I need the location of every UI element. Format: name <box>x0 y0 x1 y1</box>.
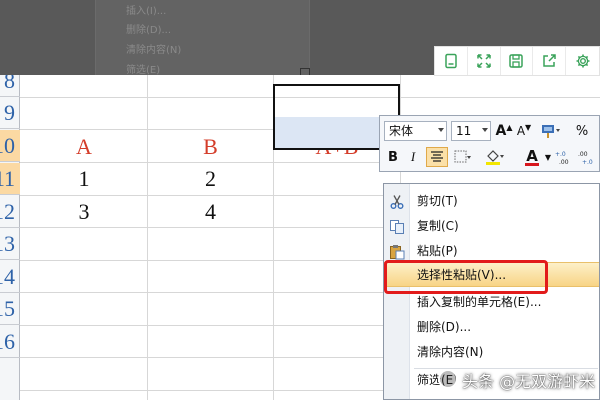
save-button[interactable] <box>501 47 534 75</box>
header-cell-b[interactable]: B <box>148 131 273 163</box>
row-number[interactable]: 12 <box>0 196 20 228</box>
cell-a1-value[interactable]: 1 <box>21 163 147 195</box>
row-number[interactable]: 9 <box>0 97 20 129</box>
increase-decimal-button[interactable]: +.0 .00 <box>554 147 576 167</box>
bookmark-button[interactable] <box>435 47 468 75</box>
floating-toolbar <box>434 46 600 76</box>
svg-text:+.0: +.0 <box>555 151 566 158</box>
cell-b1-value[interactable]: 2 <box>148 163 273 195</box>
save-icon <box>509 54 524 68</box>
watermark-logo-icon <box>438 369 458 389</box>
chevron-down-icon <box>482 128 488 132</box>
header-cell-a[interactable]: A <box>21 131 147 163</box>
row-number[interactable]: 16 <box>0 326 20 358</box>
ghost-menu-item: 插入(I)... <box>126 6 167 17</box>
background-context-menu: 插入(I)... 删除(D)... 清除内容(N) 筛选(E) <box>95 0 310 75</box>
font-color-button[interactable]: A <box>522 147 542 167</box>
svg-text:.00: .00 <box>559 159 569 165</box>
menu-item-copy[interactable]: 复制(C) <box>384 214 599 239</box>
share-button[interactable] <box>533 47 567 75</box>
row-header-column: 8 9 10 11 12 13 14 15 16 <box>0 75 20 400</box>
row-number[interactable]: 11 <box>0 163 20 195</box>
font-color-dropdown[interactable]: ▼ <box>544 147 552 167</box>
italic-button[interactable]: I <box>404 147 422 167</box>
ghost-menu-item: 清除内容(N) <box>126 45 182 56</box>
bookmark-icon <box>445 53 457 69</box>
decrease-decimal-icon: .00 +.0 <box>578 151 593 165</box>
bold-button[interactable]: B <box>384 147 402 167</box>
ghost-menu-item: 筛选(E) <box>126 65 161 75</box>
scissors-icon <box>390 195 404 209</box>
align-center-icon <box>431 151 443 162</box>
menu-item-clear-contents[interactable]: 清除内容(N) <box>384 340 599 365</box>
fullscreen-icon <box>476 54 491 68</box>
percent-button[interactable]: % <box>572 121 592 141</box>
paste-icon <box>390 245 405 260</box>
font-name-select[interactable]: 宋体 <box>384 121 447 141</box>
shrink-font-button[interactable]: A ▼ <box>516 121 532 141</box>
share-icon <box>543 54 557 67</box>
row-number[interactable]: 10 <box>0 130 20 162</box>
copy-icon <box>390 220 404 234</box>
increase-decimal-icon: +.0 .00 <box>555 151 569 165</box>
cell-a2-value[interactable]: 3 <box>21 196 147 228</box>
decrease-decimal-button[interactable]: .00 +.0 <box>578 147 598 167</box>
cell-b2-value[interactable]: 4 <box>148 196 273 228</box>
svg-text:.00: .00 <box>578 151 588 158</box>
ghost-menu-item: 删除(D)... <box>126 25 172 36</box>
align-center-button[interactable] <box>426 147 448 167</box>
fill-color-button[interactable] <box>484 147 506 167</box>
row-number[interactable]: 15 <box>0 293 20 325</box>
settings-icon <box>576 54 590 68</box>
fill-color-icon <box>486 150 504 165</box>
ghost-cell-border <box>300 68 310 75</box>
settings-button[interactable] <box>566 47 599 75</box>
paint-format-icon <box>542 125 560 138</box>
mini-format-toolbar: 宋体 11 A ▲ A ▼ % B I A ▼ +.0 .00 .00 +.0 <box>379 115 600 172</box>
row-number[interactable]: 14 <box>0 261 20 293</box>
row-number[interactable]: 13 <box>0 228 20 260</box>
fullscreen-button[interactable] <box>468 47 501 75</box>
borders-icon <box>454 150 471 163</box>
menu-item-cut[interactable]: 剪切(T) <box>384 189 599 214</box>
font-size-select[interactable]: 11 <box>451 121 491 141</box>
format-painter-button[interactable] <box>539 121 563 141</box>
highlight-annotation-box <box>384 260 548 294</box>
menu-item-delete[interactable]: 删除(D)... <box>384 315 599 340</box>
grow-font-button[interactable]: A ▲ <box>496 121 513 141</box>
borders-button[interactable] <box>452 147 474 167</box>
watermark-text: 头条 @无双游虾米 <box>462 372 596 391</box>
svg-text:+.0: +.0 <box>582 159 593 165</box>
row-number[interactable]: 8 <box>0 75 20 97</box>
chevron-down-icon <box>438 128 444 132</box>
